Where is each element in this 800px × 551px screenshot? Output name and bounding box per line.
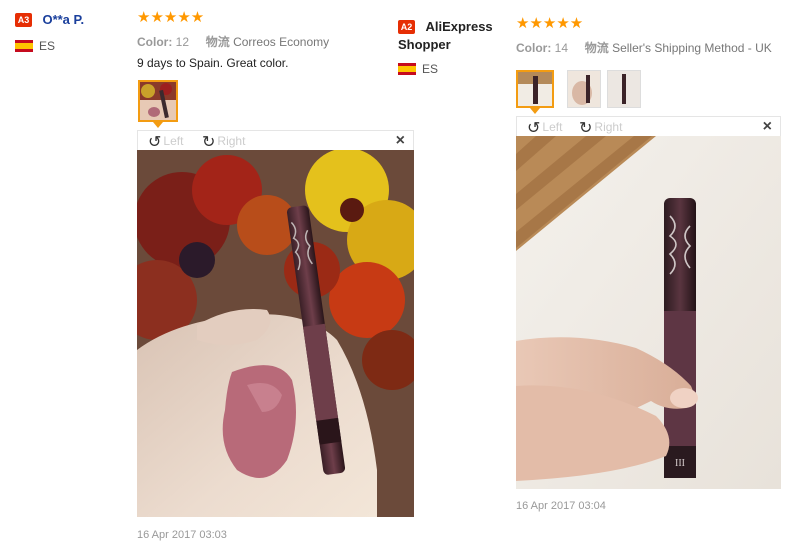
rotate-left-label: Left [542, 120, 563, 134]
feedback-text: 9 days to Spain. Great color. [137, 56, 289, 70]
color-value: 12 [175, 35, 190, 49]
rotate-right-label: Right [594, 120, 623, 134]
buyer-country-2: ES [398, 60, 438, 78]
close-icon[interactable]: × [396, 132, 405, 150]
rotate-right-label: Right [217, 134, 246, 148]
thumbnail-image [608, 71, 640, 107]
review-photo-thumbnail[interactable] [567, 70, 601, 108]
buyer-country-1: ES [15, 37, 55, 55]
review-photo-large [137, 150, 414, 517]
review-photo-thumbnail[interactable] [607, 70, 641, 108]
rotate-right-button[interactable]: ↻ Right [202, 132, 245, 152]
color-label: Color: [137, 35, 173, 49]
rotate-left-label: Left [163, 134, 184, 148]
color-value: 14 [554, 41, 569, 55]
rotate-right-icon: ↻ [202, 134, 216, 151]
review-date: 16 Apr 2017 03:03 [137, 529, 227, 541]
thumbnail-image [568, 71, 600, 107]
buyer-name[interactable]: O**a P. [42, 12, 84, 27]
buyer-info-2: A2 AliExpress Shopper [398, 18, 508, 54]
spain-flag-icon [15, 39, 33, 52]
rotate-left-button[interactable]: ↺ Left [527, 118, 562, 138]
thumbnail-pointer [530, 108, 540, 114]
country-code: ES [39, 38, 56, 53]
order-info: Color: 14 物流 Seller's Shipping Method - … [516, 39, 772, 56]
rotate-left-button[interactable]: ↺ Left [148, 132, 183, 152]
rotate-left-icon: ↺ [148, 134, 162, 151]
shipping-value: Seller's Shipping Method - UK [612, 41, 772, 55]
shipping-value: Correos Economy [233, 35, 330, 49]
rotate-left-icon: ↺ [527, 120, 541, 137]
buyer-level-badge: A3 [15, 12, 32, 27]
lipstick-swatch-photo [137, 150, 414, 517]
buyer-level-badge: A2 [398, 19, 415, 34]
close-icon[interactable]: × [763, 118, 772, 136]
image-viewer-toolbar: ↺ Left ↻ Right × [137, 130, 414, 152]
order-info: Color: 12 物流 Correos Economy [137, 33, 329, 50]
spain-flag-icon [398, 62, 416, 75]
shipping-label: 物流 [584, 41, 609, 55]
review-date: 16 Apr 2017 03:04 [516, 500, 606, 512]
rotate-right-icon: ↻ [579, 120, 593, 137]
country-code: ES [422, 61, 439, 76]
buyer-info-1: A3 O**a P. [15, 11, 84, 29]
thumbnail-image [140, 82, 176, 120]
thumbnail-pointer [153, 122, 163, 128]
review-photo-large: III [516, 136, 781, 489]
svg-text:III: III [675, 458, 685, 469]
thumbnail-image [518, 72, 552, 106]
star-rating: ★★★★★ [516, 15, 584, 32]
review-photo-thumbnail[interactable] [138, 80, 178, 122]
color-label: Color: [516, 41, 552, 55]
rotate-right-button[interactable]: ↻ Right [579, 118, 622, 138]
review-photo-thumbnail[interactable] [516, 70, 554, 108]
shipping-label: 物流 [205, 35, 230, 49]
image-viewer-toolbar: ↺ Left ↻ Right × [516, 116, 781, 138]
lipstick-tube-photo: III [516, 136, 781, 489]
star-rating: ★★★★★ [137, 9, 205, 26]
